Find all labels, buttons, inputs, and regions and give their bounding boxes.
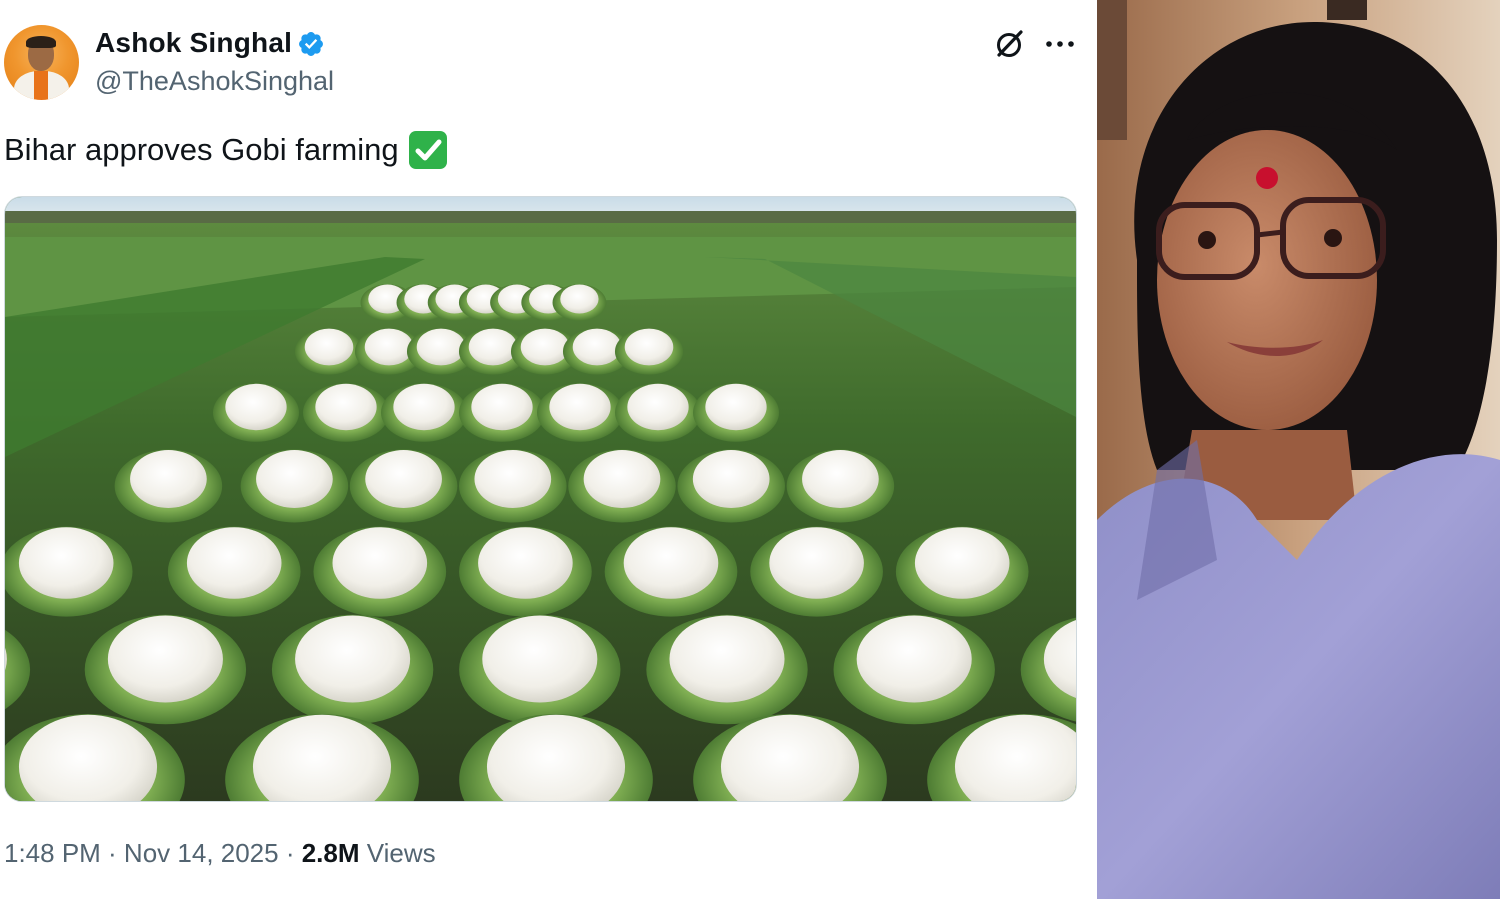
- cauliflower-head: [364, 328, 414, 366]
- cauliflower-head: [225, 383, 287, 431]
- cauliflower-head: [627, 383, 689, 431]
- cauliflower-head: [468, 328, 518, 366]
- cauliflower-head: [549, 383, 611, 431]
- portrait-image: [1097, 0, 1500, 899]
- author-handle[interactable]: @TheAshokSinghal: [95, 66, 334, 97]
- check-mark-emoji: [408, 131, 447, 169]
- cauliflower-head: [256, 450, 333, 508]
- cauliflower-head: [416, 328, 466, 366]
- cauliflower-head: [474, 450, 552, 508]
- grok-icon[interactable]: [992, 27, 1026, 61]
- cauliflower-head: [692, 450, 770, 508]
- cauliflower-head: [304, 328, 354, 366]
- avatar-hair: [26, 36, 56, 48]
- cauliflower-head: [107, 615, 223, 703]
- cauliflower-head: [295, 615, 411, 703]
- views-count: 2.8M: [301, 838, 360, 868]
- cauliflower-head: [18, 527, 114, 599]
- cauliflower-head: [186, 527, 282, 599]
- cauliflower-head: [365, 450, 442, 508]
- more-icon[interactable]: [1044, 30, 1076, 58]
- cauliflower-head: [914, 527, 1010, 599]
- author-name[interactable]: Ashok Singhal: [95, 27, 292, 59]
- tweet-media-cauliflower-field[interactable]: [4, 196, 1077, 802]
- check-mark-icon: [415, 139, 442, 161]
- cauliflower-head: [572, 328, 622, 366]
- cauliflower-head: [130, 450, 207, 508]
- author-avatar[interactable]: [4, 25, 79, 100]
- side-portrait-photo: [1097, 0, 1500, 899]
- tweet-meta: 1:48 PM · Nov 14, 2025 · 2.8M Views: [4, 838, 436, 869]
- cauliflower-head: [471, 383, 533, 431]
- cauliflower-head: [315, 383, 377, 431]
- cauliflower-head: [705, 383, 767, 431]
- tweet-text: Bihar approves Gobi farming: [4, 131, 447, 169]
- tweet-text-content: Bihar approves Gobi farming: [4, 132, 399, 167]
- cauliflower-head: [332, 527, 428, 599]
- tweet-timestamp[interactable]: 1:48 PM · Nov 14, 2025 ·: [4, 838, 302, 868]
- cauliflower-head: [623, 527, 719, 599]
- tweet-card: Ashok Singhal @TheAshokSinghal Bihar app…: [0, 0, 1097, 899]
- cauliflower-head: [478, 527, 573, 599]
- cauliflower-head: [393, 383, 455, 431]
- cauliflower-head: [482, 615, 598, 703]
- verified-badge-icon: [299, 32, 323, 56]
- cauliflower-head: [520, 328, 570, 366]
- cauliflower-head: [624, 328, 674, 366]
- cauliflower-head: [560, 284, 599, 314]
- cauliflower-head: [583, 450, 661, 508]
- views-label: Views: [359, 838, 436, 868]
- cauliflower-head: [669, 615, 785, 703]
- cauliflower-head: [856, 615, 972, 703]
- cauliflower-head: [802, 450, 879, 508]
- avatar-scarf: [34, 71, 48, 100]
- cauliflower-field-image: [5, 197, 1076, 801]
- cauliflower-head: [769, 527, 864, 599]
